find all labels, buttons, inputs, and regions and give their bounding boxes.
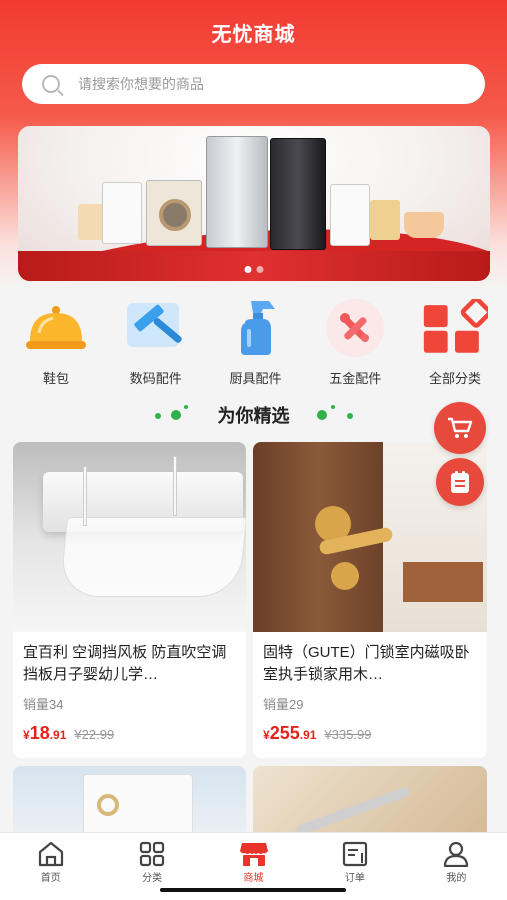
section-title: 为你精选 bbox=[217, 406, 290, 426]
food-cover-icon bbox=[23, 298, 89, 358]
category-grid-icon bbox=[140, 841, 165, 867]
product-image bbox=[13, 442, 246, 632]
search-bar[interactable] bbox=[22, 64, 485, 104]
product-name: 宜百利 空调挡风板 防直吹空调挡板月子婴幼儿学… bbox=[23, 644, 227, 683]
category-all[interactable]: 全部分类 bbox=[417, 298, 493, 390]
tab-me[interactable]: 我的 bbox=[406, 833, 507, 900]
price-integer: 18 bbox=[29, 723, 50, 743]
banner-water-heater bbox=[102, 182, 142, 244]
category-label: 鞋包 bbox=[42, 371, 69, 386]
tab-label: 我的 bbox=[446, 873, 467, 884]
category-kitchen[interactable]: 厨具配件 bbox=[218, 298, 294, 390]
tab-home[interactable]: 首页 bbox=[0, 833, 101, 900]
price-decimal: .91 bbox=[299, 728, 317, 742]
clipboard-icon bbox=[451, 471, 469, 493]
category-digital[interactable]: 数码配件 bbox=[118, 298, 194, 390]
category-shoes-bags[interactable]: 鞋包 bbox=[18, 298, 94, 390]
search-icon bbox=[42, 75, 60, 93]
price-decimal: .91 bbox=[49, 728, 67, 742]
search-input[interactable] bbox=[78, 76, 438, 92]
price-currency: ¥ bbox=[23, 728, 30, 742]
store-icon bbox=[239, 843, 268, 866]
category-label: 全部分类 bbox=[428, 371, 481, 386]
home-icon bbox=[38, 841, 63, 867]
price-original: ¥22.99 bbox=[74, 727, 115, 742]
cart-button[interactable] bbox=[434, 402, 486, 454]
product-price: ¥ 18 .91 ¥22.99 bbox=[13, 713, 246, 744]
tab-label: 分类 bbox=[142, 873, 163, 884]
banner-washing-machine bbox=[146, 180, 202, 246]
order-list-button[interactable] bbox=[436, 458, 484, 506]
decor-dot bbox=[347, 413, 353, 419]
promo-banner[interactable] bbox=[18, 126, 490, 281]
category-hardware[interactable]: 五金配件 bbox=[317, 298, 393, 390]
decor-dot bbox=[317, 410, 327, 420]
price-currency: ¥ bbox=[263, 728, 270, 742]
product-sales: 销量34 bbox=[23, 697, 64, 712]
product-card[interactable]: 宜百利 空调挡风板 防直吹空调挡板月子婴幼儿学… 销量34 ¥ 18 .91 ¥… bbox=[13, 442, 246, 758]
grid-icon bbox=[422, 298, 488, 358]
banner-fridge-black bbox=[270, 138, 326, 250]
decor-dot bbox=[331, 405, 335, 409]
category-label: 数码配件 bbox=[129, 371, 182, 386]
spray-bottle-icon bbox=[223, 298, 289, 358]
tab-label: 商城 bbox=[243, 873, 264, 884]
category-label: 厨具配件 bbox=[229, 371, 282, 386]
banner-box-gold bbox=[370, 200, 400, 240]
user-icon bbox=[444, 841, 469, 867]
cart-icon bbox=[448, 417, 473, 438]
tab-label: 订单 bbox=[344, 873, 365, 884]
banner-pot bbox=[404, 212, 444, 238]
product-name: 固特（GUTE）门锁室内磁吸卧室执手锁家用木… bbox=[263, 644, 470, 683]
category-label: 五金配件 bbox=[329, 371, 382, 386]
banner-dot-1[interactable] bbox=[244, 266, 252, 273]
page-title: 无忧商城 bbox=[211, 24, 296, 46]
home-indicator[interactable] bbox=[160, 888, 346, 892]
product-price: ¥ 255 .91 ¥335.99 bbox=[253, 713, 487, 744]
banner-pagination[interactable] bbox=[244, 266, 264, 273]
banner-dot-2[interactable] bbox=[256, 266, 264, 273]
squeegee-icon bbox=[123, 298, 189, 358]
price-integer: 255 bbox=[269, 723, 300, 743]
banner-water-heater-2 bbox=[330, 184, 370, 246]
product-sales: 销量29 bbox=[263, 697, 304, 712]
banner-fridge-silver bbox=[206, 136, 268, 248]
order-icon bbox=[342, 841, 368, 867]
tab-label: 首页 bbox=[40, 873, 61, 884]
price-original: ¥335.99 bbox=[324, 727, 372, 742]
category-row: 鞋包 数码配件 厨具配件 五金配件 全部分类 bbox=[0, 298, 507, 390]
tools-icon bbox=[322, 298, 388, 358]
